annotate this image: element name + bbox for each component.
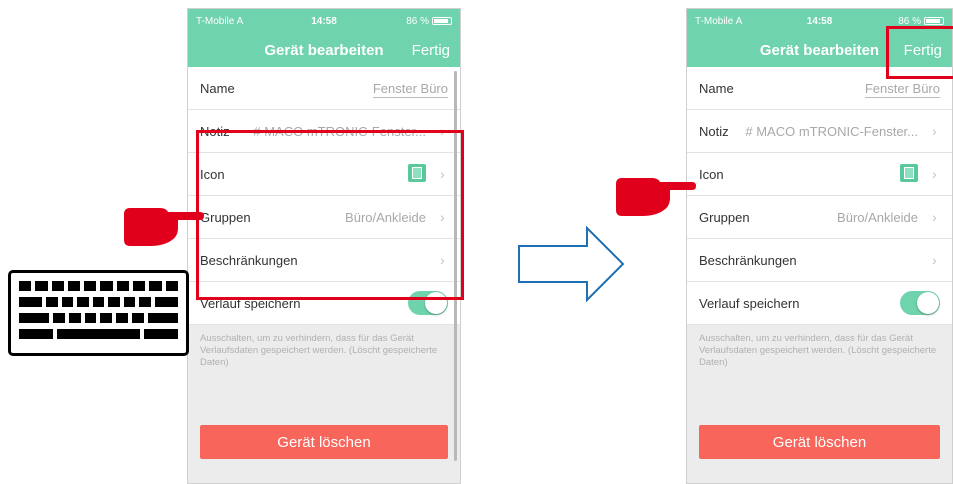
pointing-hand-icon — [124, 208, 204, 246]
toggle-knob — [917, 292, 939, 314]
phone-screen-after: T-Mobile A 14:58 86 % Gerät bearbeiten F… — [686, 8, 953, 484]
pointing-hand-icon — [616, 178, 696, 216]
icon-row[interactable]: Icon › — [687, 153, 952, 196]
note-label: Notiz — [699, 123, 729, 139]
battery-icon — [924, 17, 944, 25]
nav-bar: Gerät bearbeiten Fertig — [188, 33, 460, 67]
page-title: Gerät bearbeiten — [264, 41, 384, 59]
name-label: Name — [200, 80, 235, 96]
battery-indicator: 86 % — [898, 16, 944, 27]
settings-list: Name Fenster Büro Notiz # MACO mTRONIC-F… — [687, 67, 952, 325]
highlight-box-settings — [196, 130, 464, 300]
battery-percent: 86 % — [406, 15, 429, 27]
history-row: Verlauf speichern — [687, 282, 952, 325]
highlight-box-done — [886, 26, 953, 79]
chevron-right-icon: › — [932, 252, 937, 268]
name-row[interactable]: Name Fenster Büro — [188, 67, 460, 110]
name-value: Fenster Büro — [864, 80, 940, 98]
icon-label: Icon — [699, 166, 724, 182]
history-toggle[interactable] — [900, 291, 940, 315]
name-label: Name — [699, 80, 734, 96]
carrier-text: T-Mobile A — [695, 15, 743, 27]
name-input[interactable]: Fenster Büro — [247, 80, 448, 98]
delete-device-button[interactable]: Gerät löschen — [200, 425, 448, 459]
status-bar: T-Mobile A 14:58 86 % — [188, 9, 460, 33]
battery-icon — [432, 17, 452, 25]
battery-percent: 86 % — [898, 15, 921, 27]
restrictions-row[interactable]: Beschränkungen › — [687, 239, 952, 282]
groups-row[interactable]: Gruppen Büro/Ankleide › — [687, 196, 952, 239]
name-input[interactable]: Fenster Büro — [746, 80, 940, 98]
history-label: Verlauf speichern — [699, 295, 800, 311]
keyboard-icon — [8, 270, 189, 356]
window-icon — [900, 163, 918, 182]
time-text: 14:58 — [806, 15, 833, 27]
delete-device-button[interactable]: Gerät löschen — [699, 425, 940, 459]
done-button[interactable]: Fertig — [412, 42, 450, 59]
tutorial-stage: T-Mobile A 14:58 86 % Gerät bearbeiten F… — [0, 0, 953, 484]
groups-value: Büro/Ankleide — [837, 209, 918, 225]
time-text: 14:58 — [311, 15, 337, 27]
page-title: Gerät bearbeiten — [759, 41, 880, 59]
groups-label: Gruppen — [699, 209, 750, 225]
battery-indicator: 86 % — [406, 16, 452, 27]
chevron-right-icon: › — [932, 209, 937, 225]
carrier-text: T-Mobile A — [196, 15, 244, 27]
history-hint: Ausschalten, um zu verhindern, dass für … — [699, 333, 937, 368]
chevron-right-icon: › — [932, 166, 937, 182]
name-value: Fenster Büro — [372, 80, 448, 98]
right-arrow-icon — [518, 226, 625, 302]
note-value: # MACO mTRONIC-Fenster... — [745, 123, 918, 139]
restrictions-label: Beschränkungen — [699, 252, 797, 268]
history-hint: Ausschalten, um zu verhindern, dass für … — [200, 333, 438, 368]
chevron-right-icon: › — [932, 123, 937, 139]
note-row[interactable]: Notiz # MACO mTRONIC-Fenster... › — [687, 110, 952, 153]
